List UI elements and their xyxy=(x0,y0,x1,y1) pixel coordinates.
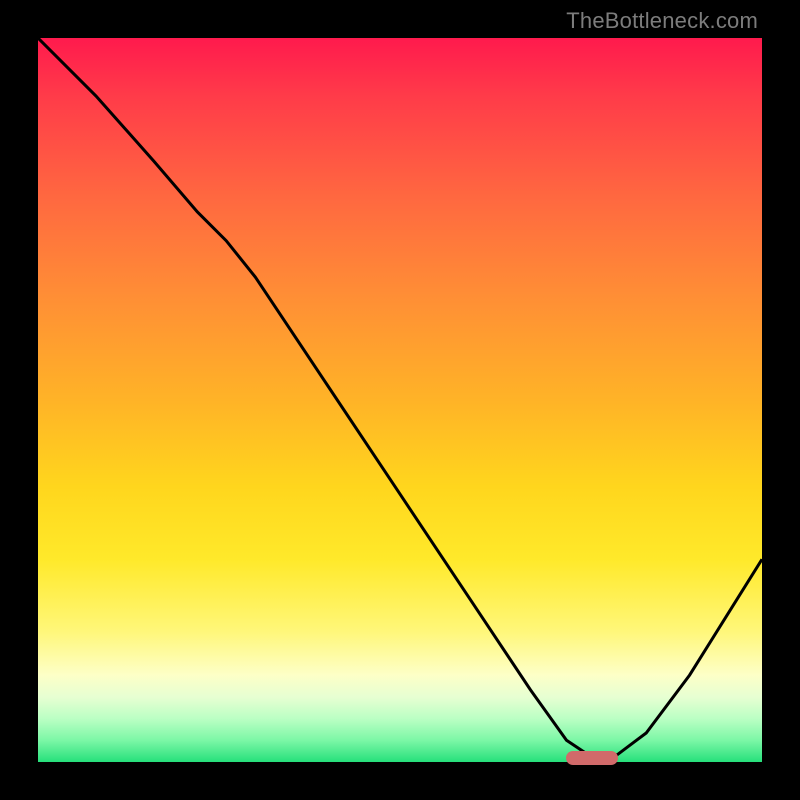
optimum-marker xyxy=(566,751,618,765)
gradient-plot-area xyxy=(38,38,762,762)
watermark-text: TheBottleneck.com xyxy=(566,8,758,34)
chart-frame: TheBottleneck.com xyxy=(0,0,800,800)
